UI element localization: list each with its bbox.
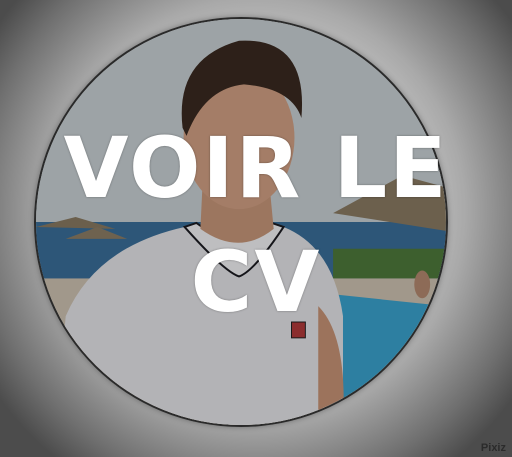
profile-photo[interactable] xyxy=(34,17,448,427)
dim-overlay xyxy=(36,19,446,425)
watermark: Pixiz xyxy=(480,442,506,454)
cta-line-2[interactable]: CV xyxy=(0,232,512,332)
photo-illustration xyxy=(36,19,446,425)
cta-line-1[interactable]: VOIR LE xyxy=(0,118,512,218)
profile-card: VOIR LE CV Pixiz xyxy=(0,0,512,457)
